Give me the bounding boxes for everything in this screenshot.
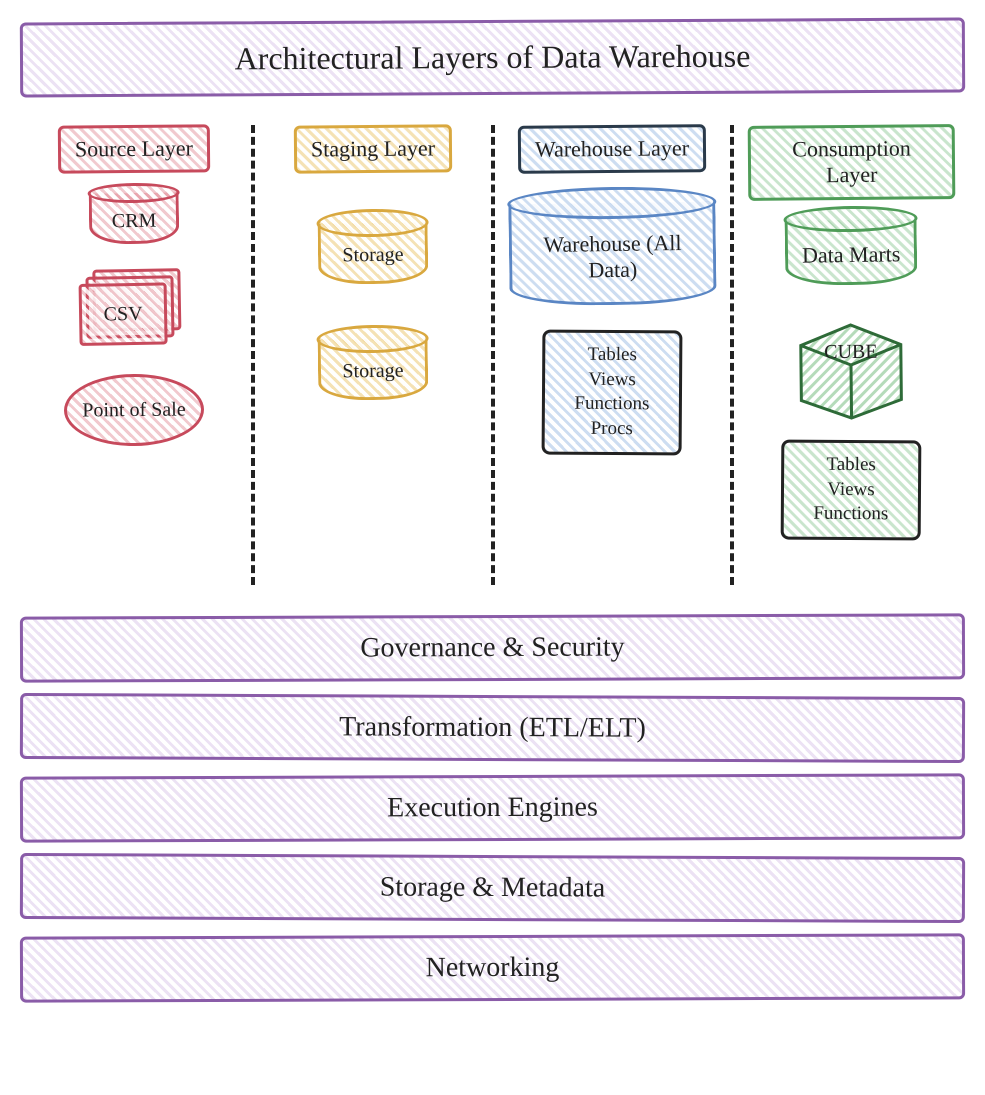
- consumption-cube-label: CUBE: [824, 341, 878, 364]
- warehouse-layer-column: Warehouse Layer Warehouse (All Data) Tab…: [499, 125, 726, 585]
- warehouse-layer-header: Warehouse Layer: [518, 124, 706, 174]
- warehouse-layer-header-text: Warehouse Layer: [535, 135, 689, 161]
- staging-storage-2: Storage: [317, 339, 428, 402]
- source-pos-label: Point of Sale: [82, 399, 186, 422]
- consumption-datamarts-label: Data Marts: [802, 241, 901, 267]
- source-csv-label: CSV: [103, 303, 142, 327]
- consumption-objects-box: Tables Views Functions: [781, 440, 922, 541]
- column-divider-3: [730, 125, 734, 585]
- consumption-cube: CUBE: [786, 309, 917, 420]
- warehouse-main-label: Warehouse (All Data): [543, 230, 681, 283]
- staging-layer-header: Staging Layer: [294, 124, 452, 174]
- staging-layer-column: Staging Layer Storage Storage: [259, 125, 486, 585]
- consumption-datamarts-cylinder: Data Marts: [785, 219, 918, 286]
- foundation-networking: Networking: [20, 933, 965, 1002]
- source-pos-ellipse: Point of Sale: [63, 374, 204, 447]
- staging-storage-1: Storage: [317, 223, 428, 286]
- foundation-layers: Governance & Security Transformation (ET…: [20, 615, 965, 1001]
- column-divider-2: [491, 125, 495, 585]
- staging-storage-2-label: Storage: [342, 360, 403, 383]
- consumption-layer-column: Consumption Layer Data Marts CUBE Ta: [738, 125, 965, 585]
- consumption-objects-label: Tables Views Functions: [814, 454, 889, 525]
- consumption-layer-header-text: Consumption Layer: [792, 135, 911, 187]
- source-layer-header-text: Source Layer: [75, 135, 193, 161]
- source-crm-label: CRM: [111, 210, 156, 233]
- column-divider-1: [251, 125, 255, 585]
- warehouse-main-cylinder: Warehouse (All Data): [508, 202, 717, 307]
- source-csv-sheets: CSV: [78, 268, 189, 350]
- source-layer-header: Source Layer: [57, 124, 209, 174]
- layer-columns: Source Layer CRM CSV Point of Sale Stagi…: [20, 125, 965, 585]
- foundation-transformation: Transformation (ETL/ELT): [20, 693, 965, 763]
- diagram-title: Architectural Layers of Data Warehouse: [20, 18, 965, 98]
- foundation-storage-metadata: Storage & Metadata: [20, 853, 965, 923]
- warehouse-objects-box: Tables Views Functions Procs: [542, 330, 683, 456]
- staging-storage-1-label: Storage: [342, 244, 403, 267]
- foundation-execution-engines: Execution Engines: [20, 773, 965, 842]
- consumption-layer-header: Consumption Layer: [747, 124, 955, 201]
- source-layer-column: Source Layer CRM CSV Point of Sale: [20, 125, 247, 585]
- warehouse-objects-label: Tables Views Functions Procs: [574, 344, 649, 439]
- staging-layer-header-text: Staging Layer: [311, 135, 435, 161]
- source-crm-cylinder: CRM: [88, 193, 179, 245]
- foundation-governance-security: Governance & Security: [20, 613, 965, 682]
